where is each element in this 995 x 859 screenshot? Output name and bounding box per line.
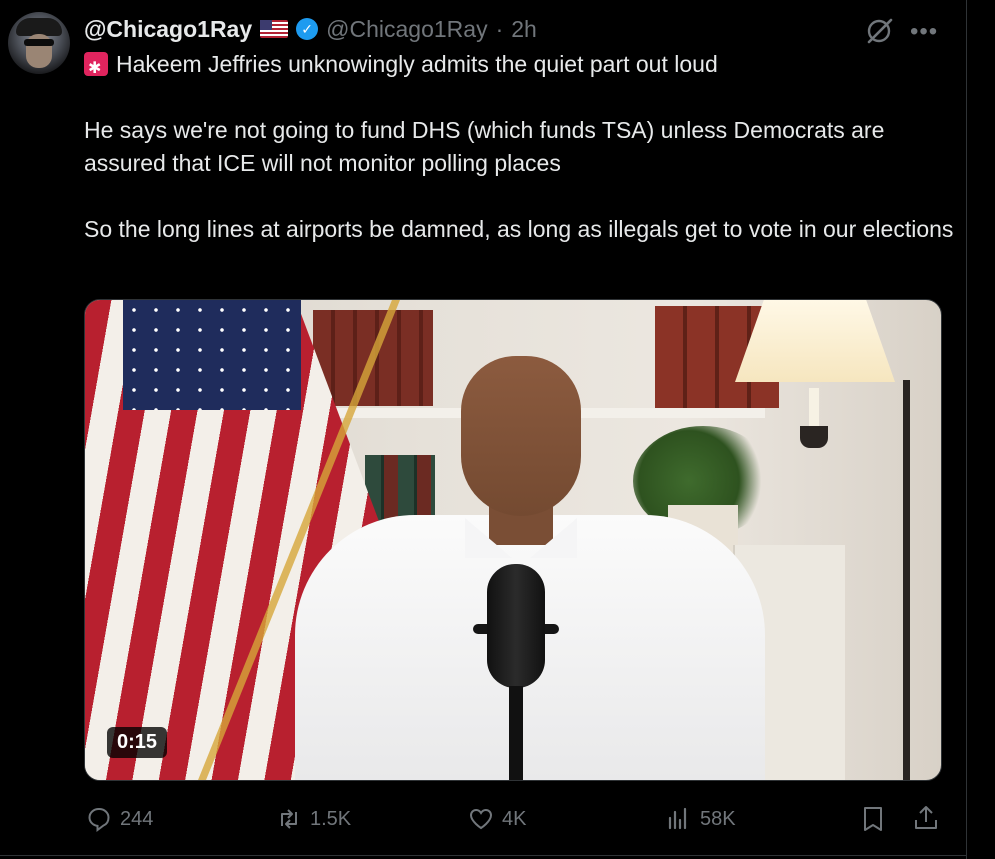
repost-count: 1.5K — [310, 807, 352, 830]
bookmark-icon[interactable] — [860, 805, 886, 833]
repost-icon — [281, 809, 297, 829]
reply-count: 244 — [120, 807, 154, 830]
timestamp[interactable]: 2h — [511, 16, 537, 43]
verified-badge-icon[interactable]: ✓ — [296, 18, 319, 40]
views-count: 58K — [700, 807, 736, 830]
separator: · — [495, 15, 504, 42]
post-text-para3: So the long lines at airports be damned,… — [84, 216, 954, 242]
reply-icon — [88, 807, 110, 832]
heart-icon — [469, 808, 493, 830]
microphone — [487, 564, 545, 688]
action-bar: 244 1.5K 4K 58K — [84, 802, 954, 836]
video-player[interactable]: 0:15 — [84, 299, 942, 781]
american-flag-union — [123, 300, 301, 410]
candle — [809, 388, 819, 426]
speaker-head — [461, 356, 581, 516]
siren-emoji — [84, 52, 108, 85]
like-button[interactable]: 4K — [468, 802, 526, 836]
lamp-pole — [903, 380, 910, 780]
display-name[interactable]: @Chicago1Ray — [84, 16, 252, 43]
handle[interactable]: @Chicago1Ray — [326, 16, 487, 43]
share-icon[interactable] — [912, 804, 940, 832]
like-count: 4K — [502, 807, 527, 830]
post-divider — [0, 855, 966, 856]
post-header: @Chicago1Ray ✓ @Chicago1Ray · 2h — [84, 14, 537, 44]
post-text: Hakeem Jeffries unknowingly admits the q… — [84, 48, 954, 246]
avatar[interactable] — [8, 12, 70, 74]
post-text-line1: Hakeem Jeffries unknowingly admits the q… — [116, 51, 718, 77]
repost-button[interactable]: 1.5K — [276, 802, 351, 836]
avatar-glasses — [24, 39, 54, 46]
views-icon — [668, 807, 687, 830]
us-flag-emoji — [260, 20, 289, 38]
more-icon[interactable]: ••• — [910, 18, 938, 46]
microphone-stand — [509, 686, 523, 780]
post-container: @Chicago1Ray ✓ @Chicago1Ray · 2h ••• Hak… — [0, 0, 967, 859]
views-button[interactable]: 58K — [666, 802, 736, 836]
sconce — [800, 426, 828, 448]
reply-button[interactable]: 244 — [86, 802, 153, 836]
grok-icon[interactable] — [864, 16, 894, 46]
post-text-para2: He says we're not going to fund DHS (whi… — [84, 117, 885, 176]
video-duration: 0:15 — [107, 727, 168, 758]
